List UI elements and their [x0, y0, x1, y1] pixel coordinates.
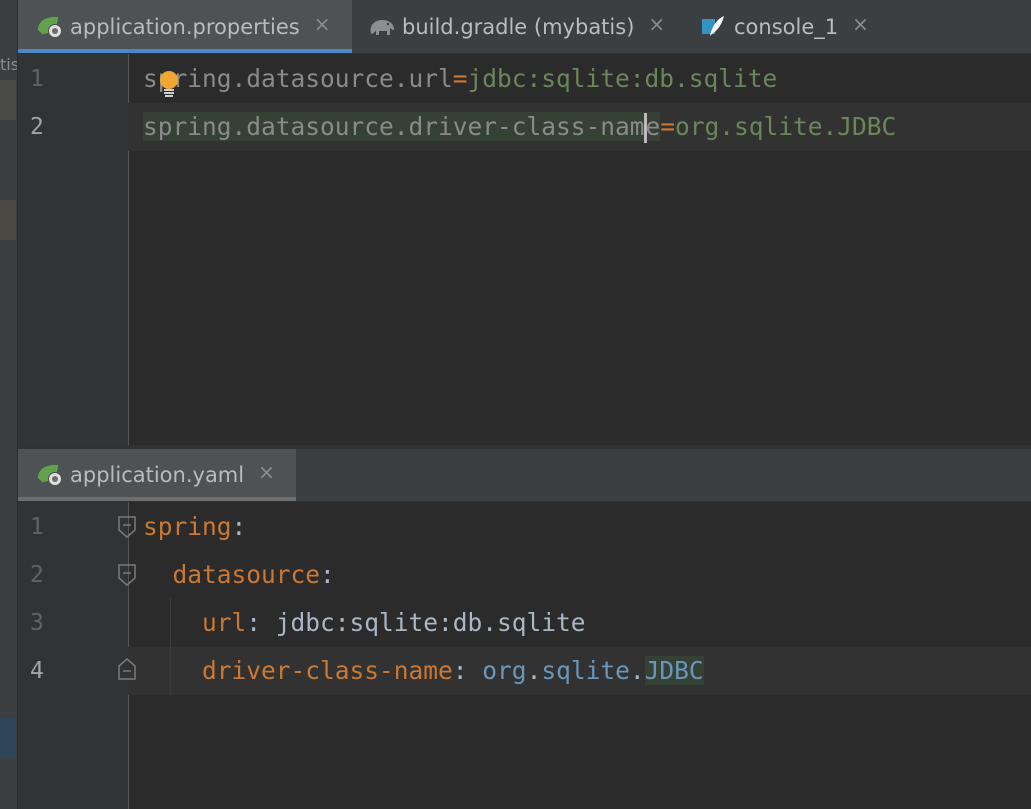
- code-line[interactable]: spring:: [143, 503, 246, 551]
- left-tool-strip: tis: [0, 0, 19, 809]
- tool-window-marker[interactable]: [0, 80, 16, 120]
- tab-underline: [682, 49, 902, 53]
- yaml-editor[interactable]: 1 2 3 4 spring: datasource: url: jdbc:sq…: [18, 502, 1031, 809]
- properties-editor[interactable]: 1 2 spring.datasource.url=jdbc:sqlite:db…: [18, 54, 1031, 445]
- tab-build-gradle[interactable]: build.gradle (mybatis) ×: [352, 0, 682, 53]
- close-icon[interactable]: ×: [648, 12, 665, 36]
- line-number-gutter: [18, 502, 128, 809]
- yaml-dot: .: [526, 656, 542, 685]
- yaml-colon: :: [246, 608, 262, 637]
- line-number-gutter: [18, 54, 128, 445]
- yaml-key: datasource: [172, 560, 321, 589]
- active-tab-indicator: [18, 49, 352, 53]
- code-line[interactable]: spring.datasource.url=jdbc:sqlite:db.sql…: [143, 55, 777, 103]
- tab-underline: [352, 49, 682, 53]
- tab-label: application.yaml: [70, 463, 245, 487]
- tab-console-1[interactable]: console_1 ×: [682, 0, 902, 53]
- yaml-dot: .: [629, 656, 645, 685]
- yaml-colon: :: [231, 512, 247, 541]
- yaml-key: url: [202, 608, 247, 637]
- tool-window-marker[interactable]: [0, 718, 16, 758]
- fold-collapse-icon[interactable]: [118, 564, 136, 586]
- code-line[interactable]: driver-class-name: org.sqlite.JDBC: [143, 647, 704, 695]
- yaml-colon: :: [320, 560, 335, 589]
- yaml-value: jdbc:sqlite:db.sqlite: [261, 608, 586, 637]
- property-value: org.sqlite.JDBC: [675, 112, 897, 141]
- top-editor-tabbar: application.properties × build.gradle (m…: [18, 0, 1031, 54]
- tab-application-yaml[interactable]: application.yaml ×: [18, 449, 296, 501]
- bottom-editor-tabbar: application.yaml ×: [18, 449, 1031, 502]
- close-icon[interactable]: ×: [852, 12, 869, 36]
- code-line[interactable]: spring.datasource.driver-class-name=org.…: [143, 103, 896, 151]
- close-icon[interactable]: ×: [258, 460, 275, 484]
- property-key: e: [645, 112, 661, 141]
- line-number: 3: [30, 610, 44, 636]
- tab-label: application.properties: [70, 14, 300, 39]
- yaml-class-value: JDBC: [644, 656, 704, 685]
- property-value: jdbc:sqlite:db.sqlite: [467, 64, 778, 93]
- line-number: 2: [30, 114, 44, 140]
- yaml-colon: :: [452, 656, 468, 685]
- close-icon[interactable]: ×: [314, 12, 331, 36]
- tab-application-properties[interactable]: application.properties ×: [18, 0, 352, 53]
- code-line[interactable]: datasource:: [143, 551, 335, 599]
- tab-label: build.gradle (mybatis): [402, 14, 635, 39]
- gradle-elephant-icon: [368, 14, 395, 40]
- yaml-key: spring: [143, 512, 232, 541]
- line-number: 2: [30, 562, 44, 588]
- yaml-key: driver-class-name: [202, 656, 453, 685]
- intention-bulb-icon[interactable]: [158, 70, 180, 98]
- spring-leaf-icon: [36, 14, 62, 40]
- console-feather-icon: [700, 14, 726, 40]
- fold-end-icon[interactable]: [118, 658, 136, 680]
- line-number: 4: [30, 658, 44, 684]
- fold-collapse-icon[interactable]: [118, 516, 136, 538]
- property-key: spring.datasource.url: [143, 64, 453, 93]
- line-number: 1: [30, 66, 44, 92]
- tool-window-marker[interactable]: [0, 200, 16, 240]
- spring-leaf-icon: [36, 462, 62, 488]
- code-line[interactable]: url: jdbc:sqlite:db.sqlite: [143, 599, 586, 647]
- property-separator: =: [452, 64, 468, 93]
- line-number: 1: [30, 514, 44, 540]
- yaml-value: sqlite: [541, 656, 630, 685]
- property-separator: =: [660, 112, 676, 141]
- yaml-value: org: [467, 656, 527, 685]
- active-tab-indicator: [18, 497, 296, 501]
- property-key: spring.datasource.driver-class-nam: [143, 112, 645, 141]
- tab-label: console_1: [734, 14, 839, 39]
